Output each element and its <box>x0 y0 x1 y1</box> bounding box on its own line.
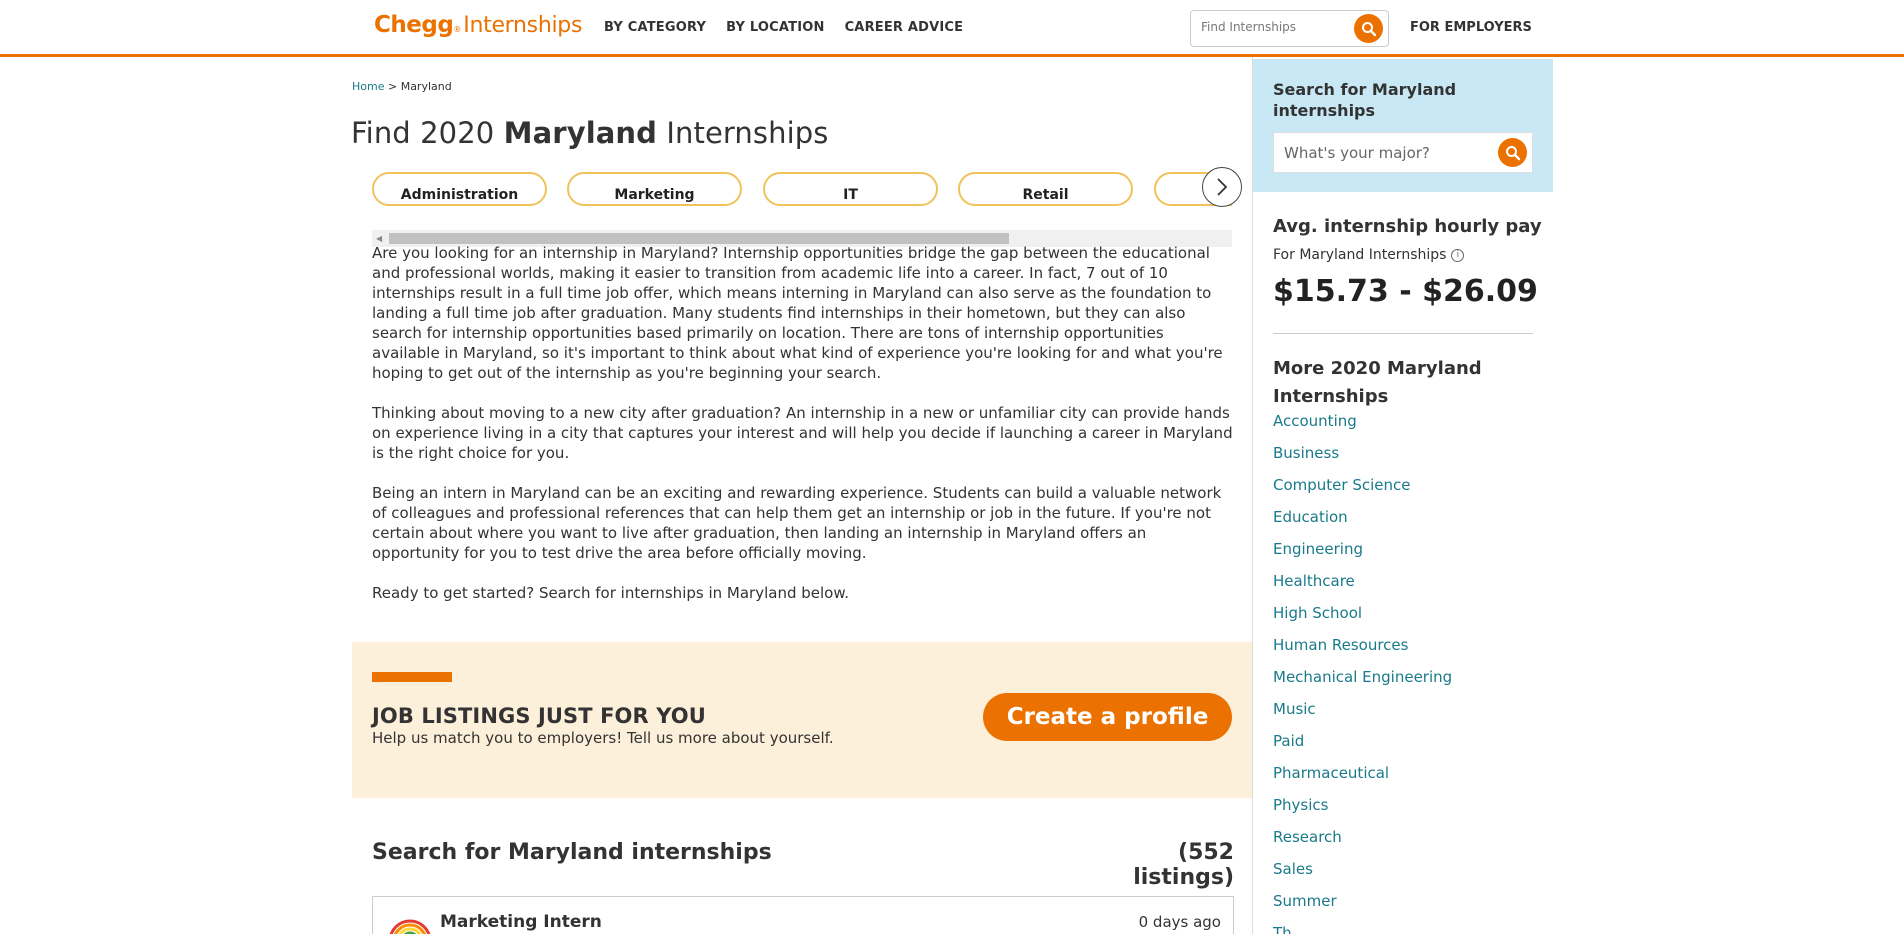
pay-subtitle-text: For Maryland Internships <box>1273 247 1447 263</box>
link-high-school[interactable]: High School <box>1273 604 1362 622</box>
list-item: Mechanical Engineering <box>1273 667 1452 699</box>
list-item: Research <box>1273 827 1452 859</box>
link-summer[interactable]: Summer <box>1273 892 1337 910</box>
intro-paragraph: Ready to get started? Search for interns… <box>372 584 849 602</box>
list-item: Education <box>1273 507 1452 539</box>
title-prefix: Find 2020 <box>351 116 495 150</box>
link-partial[interactable]: Th... <box>1273 924 1306 934</box>
rainbow-logo-icon <box>389 919 431 934</box>
listing-card[interactable]: Marketing Intern 0 days ago <box>372 896 1234 934</box>
main-nav: BY CATEGORY BY LOCATION CAREER ADVICE <box>604 20 963 35</box>
list-item: Computer Science <box>1273 475 1452 507</box>
chip-marketing[interactable]: Marketing <box>567 172 742 206</box>
chip-administration[interactable]: Administration <box>372 172 547 206</box>
link-accounting[interactable]: Accounting <box>1273 412 1357 430</box>
list-item: Accounting <box>1273 411 1452 443</box>
header-search-input[interactable] <box>1201 20 1351 34</box>
more-internships-list: Accounting Business Computer Science Edu… <box>1273 411 1452 934</box>
major-search-input[interactable] <box>1284 144 1484 162</box>
results-count: (552 listings) <box>1133 840 1234 890</box>
chips-next-button[interactable] <box>1202 167 1242 207</box>
listing-age: 0 days ago <box>1138 913 1221 931</box>
list-item: Business <box>1273 443 1452 475</box>
list-item: Engineering <box>1273 539 1452 571</box>
nav-by-location[interactable]: BY LOCATION <box>726 20 824 35</box>
link-pharmaceutical[interactable]: Pharmaceutical <box>1273 764 1389 782</box>
banner-subtext: Help us match you to employers! Tell us … <box>372 729 834 747</box>
link-physics[interactable]: Physics <box>1273 796 1328 814</box>
list-item: Sales <box>1273 859 1452 891</box>
list-item: Physics <box>1273 795 1452 827</box>
link-engineering[interactable]: Engineering <box>1273 540 1363 558</box>
logo-registered-mark: ® <box>453 25 462 34</box>
search-icon <box>1361 21 1376 36</box>
sidebar-search-panel: Search for Maryland internships <box>1253 59 1553 192</box>
intro-paragraph: Are you looking for an internship in Mar… <box>372 244 1223 382</box>
breadcrumb-current: Maryland <box>400 80 452 93</box>
intro-paragraph: Thinking about moving to a new city afte… <box>372 404 1233 462</box>
create-profile-button[interactable]: Create a profile <box>983 693 1232 741</box>
listing-title[interactable]: Marketing Intern <box>440 912 602 932</box>
chip-retail[interactable]: Retail <box>958 172 1133 206</box>
info-icon[interactable]: i <box>1451 248 1465 262</box>
nav-by-category[interactable]: BY CATEGORY <box>604 20 706 35</box>
breadcrumb-separator: > <box>387 80 398 93</box>
title-suffix: Internships <box>666 116 829 150</box>
link-research[interactable]: Research <box>1273 828 1342 846</box>
pay-subtitle: For Maryland Internships i <box>1273 247 1465 263</box>
chip-it[interactable]: IT <box>763 172 938 206</box>
nav-career-advice[interactable]: CAREER ADVICE <box>845 20 964 35</box>
page-title: Find 2020 Maryland Internships <box>351 116 828 150</box>
chevron-right-icon <box>1217 178 1228 196</box>
list-item: Music <box>1273 699 1452 731</box>
link-human-resources[interactable]: Human Resources <box>1273 636 1408 654</box>
more-internships-title: More 2020 Maryland Internships <box>1273 358 1482 407</box>
intro-paragraph: Being an intern in Maryland can be an ex… <box>372 484 1222 562</box>
banner-accent-bar <box>372 672 452 682</box>
site-header: Chegg ® Internships BY CATEGORY BY LOCAT… <box>0 0 1904 57</box>
list-item: Th... <box>1273 923 1452 934</box>
logo-brand: Chegg <box>374 12 454 38</box>
pay-range-value: $15.73 - $26.09 <box>1273 274 1538 309</box>
category-chips: Administration Marketing IT Retail <box>372 172 1232 208</box>
sidebar-search-heading: Search for Maryland internships <box>1273 80 1457 120</box>
for-employers-link[interactable]: FOR EMPLOYERS <box>1410 20 1532 35</box>
list-item: Pharmaceutical <box>1273 763 1452 795</box>
profile-banner: JOB LISTINGS JUST FOR YOU Help us match … <box>352 642 1252 798</box>
breadcrumb-home[interactable]: Home <box>352 80 384 93</box>
major-search-box <box>1273 132 1533 173</box>
logo-product: Internships <box>463 13 583 38</box>
list-item: Paid <box>1273 731 1452 763</box>
header-search-box <box>1190 10 1389 47</box>
intro-copy: Are you looking for an internship in Mar… <box>372 243 1234 623</box>
link-sales[interactable]: Sales <box>1273 860 1313 878</box>
title-location: Maryland <box>503 116 658 150</box>
results-title: Search for Maryland internships <box>372 840 772 865</box>
sidebar-divider <box>1273 333 1533 334</box>
pay-title: Avg. internship hourly pay <box>1273 216 1542 237</box>
list-item: High School <box>1273 603 1452 635</box>
link-business[interactable]: Business <box>1273 444 1339 462</box>
chegg-internships-logo[interactable]: Chegg ® Internships <box>374 12 582 42</box>
link-music[interactable]: Music <box>1273 700 1316 718</box>
link-healthcare[interactable]: Healthcare <box>1273 572 1355 590</box>
list-item: Summer <box>1273 891 1452 923</box>
search-icon <box>1505 145 1520 160</box>
link-education[interactable]: Education <box>1273 508 1348 526</box>
header-search-button[interactable] <box>1354 14 1383 43</box>
major-search-button[interactable] <box>1498 138 1527 167</box>
scroll-left-arrow-icon[interactable]: ◀ <box>376 234 382 243</box>
link-computer-science[interactable]: Computer Science <box>1273 476 1410 494</box>
list-item: Healthcare <box>1273 571 1452 603</box>
link-mechanical-engineering[interactable]: Mechanical Engineering <box>1273 668 1452 686</box>
list-item: Human Resources <box>1273 635 1452 667</box>
breadcrumb: Home > Maryland <box>352 80 452 93</box>
right-sidebar: Search for Maryland internships Avg. int… <box>1252 57 1553 934</box>
link-paid[interactable]: Paid <box>1273 732 1304 750</box>
banner-heading: JOB LISTINGS JUST FOR YOU <box>372 704 706 728</box>
